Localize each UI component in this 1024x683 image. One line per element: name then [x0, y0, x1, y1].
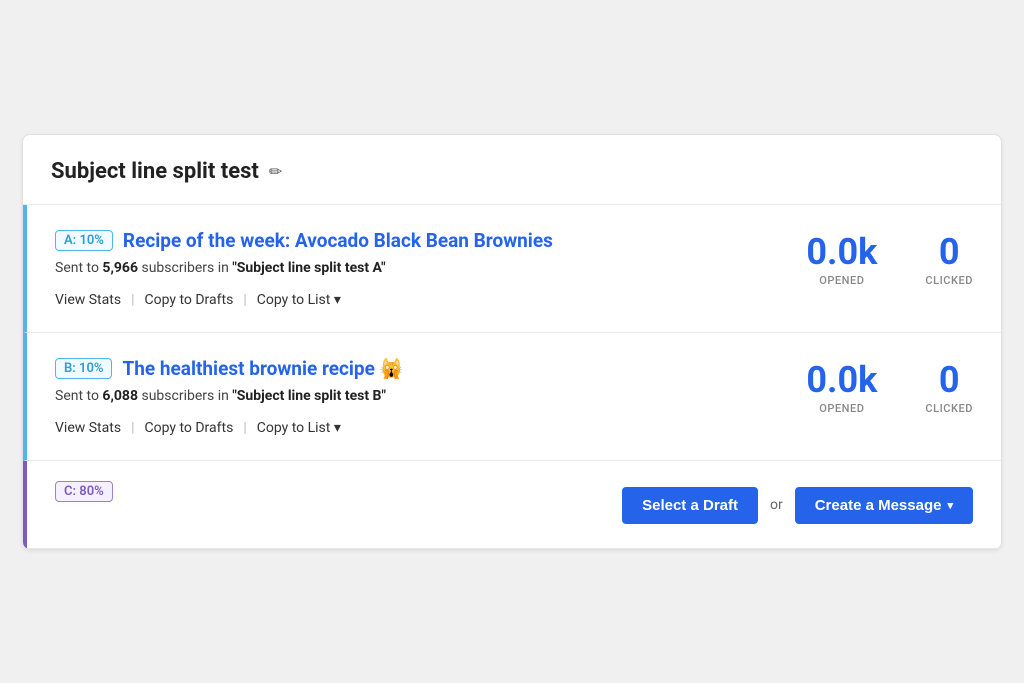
create-message-dropdown-arrow: ▾	[947, 499, 953, 512]
stat-clicked-a: 0 CLICKED	[925, 233, 973, 288]
stat-opened-b-label: OPENED	[806, 402, 877, 415]
variant-a-sent: Sent to 5,966 subscribers in "Subject li…	[55, 260, 773, 276]
select-draft-button[interactable]: Select a Draft	[622, 487, 758, 524]
stat-opened-a-label: OPENED	[806, 274, 877, 287]
variant-a-stats: 0.0k OPENED 0 CLICKED	[773, 229, 973, 288]
stat-opened-a-value: 0.0k	[806, 233, 877, 273]
stat-clicked-b-value: 0	[925, 361, 973, 401]
variant-a-actions: View Stats | Copy to Drafts | Copy to Li…	[55, 292, 773, 308]
copy-to-drafts-b[interactable]: Copy to Drafts	[144, 420, 233, 436]
stat-clicked-b: 0 CLICKED	[925, 361, 973, 416]
create-message-button[interactable]: Create a Message ▾	[795, 487, 973, 524]
stat-opened-a: 0.0k OPENED	[806, 233, 877, 288]
variant-row-b: B: 10% The healthiest brownie recipe 🙀 S…	[23, 333, 1001, 461]
variant-b-header: B: 10% The healthiest brownie recipe 🙀	[55, 357, 773, 380]
copy-to-list-a[interactable]: Copy to List ▾	[257, 292, 341, 308]
variant-b-actions: View Stats | Copy to Drafts | Copy to Li…	[55, 420, 773, 436]
variant-b-stats: 0.0k OPENED 0 CLICKED	[773, 357, 973, 416]
variant-a-content: A: 10% Recipe of the week: Avocado Black…	[55, 229, 773, 308]
variant-c-footer: Select a Draft or Create a Message ▾	[113, 481, 973, 524]
variant-b-content: B: 10% The healthiest brownie recipe 🙀 S…	[55, 357, 773, 436]
sep3: |	[131, 420, 134, 436]
copy-to-list-b-wrap: Copy to List ▾	[257, 420, 341, 436]
variant-b-subject[interactable]: The healthiest brownie recipe 🙀	[122, 357, 403, 380]
stat-clicked-a-value: 0	[925, 233, 973, 273]
edit-icon[interactable]: ✏	[269, 162, 282, 181]
sep2: |	[243, 292, 246, 308]
variant-row-a: A: 10% Recipe of the week: Avocado Black…	[23, 205, 1001, 333]
variant-a-header: A: 10% Recipe of the week: Avocado Black…	[55, 229, 773, 252]
page-title: Subject line split test	[51, 159, 259, 184]
badge-a: A: 10%	[55, 230, 113, 251]
main-card: Subject line split test ✏ A: 10% Recipe …	[22, 134, 1002, 550]
copy-to-list-a-wrap: Copy to List ▾	[257, 292, 341, 308]
badge-c: C: 80%	[55, 481, 113, 502]
stat-opened-b: 0.0k OPENED	[806, 361, 877, 416]
variant-a-subject[interactable]: Recipe of the week: Avocado Black Bean B…	[123, 229, 553, 252]
copy-to-drafts-a[interactable]: Copy to Drafts	[144, 292, 233, 308]
copy-to-list-b[interactable]: Copy to List ▾	[257, 420, 341, 436]
variant-row-c: C: 80% Select a Draft or Create a Messag…	[23, 461, 1001, 549]
stat-opened-b-value: 0.0k	[806, 361, 877, 401]
sep4: |	[243, 420, 246, 436]
badge-b: B: 10%	[55, 358, 112, 379]
card-header: Subject line split test ✏	[23, 135, 1001, 205]
stat-clicked-b-label: CLICKED	[925, 402, 973, 415]
view-stats-a[interactable]: View Stats	[55, 292, 121, 308]
stat-clicked-a-label: CLICKED	[925, 274, 973, 287]
view-stats-b[interactable]: View Stats	[55, 420, 121, 436]
sep1: |	[131, 292, 134, 308]
variant-b-sent: Sent to 6,088 subscribers in "Subject li…	[55, 388, 773, 404]
or-text: or	[770, 497, 783, 513]
